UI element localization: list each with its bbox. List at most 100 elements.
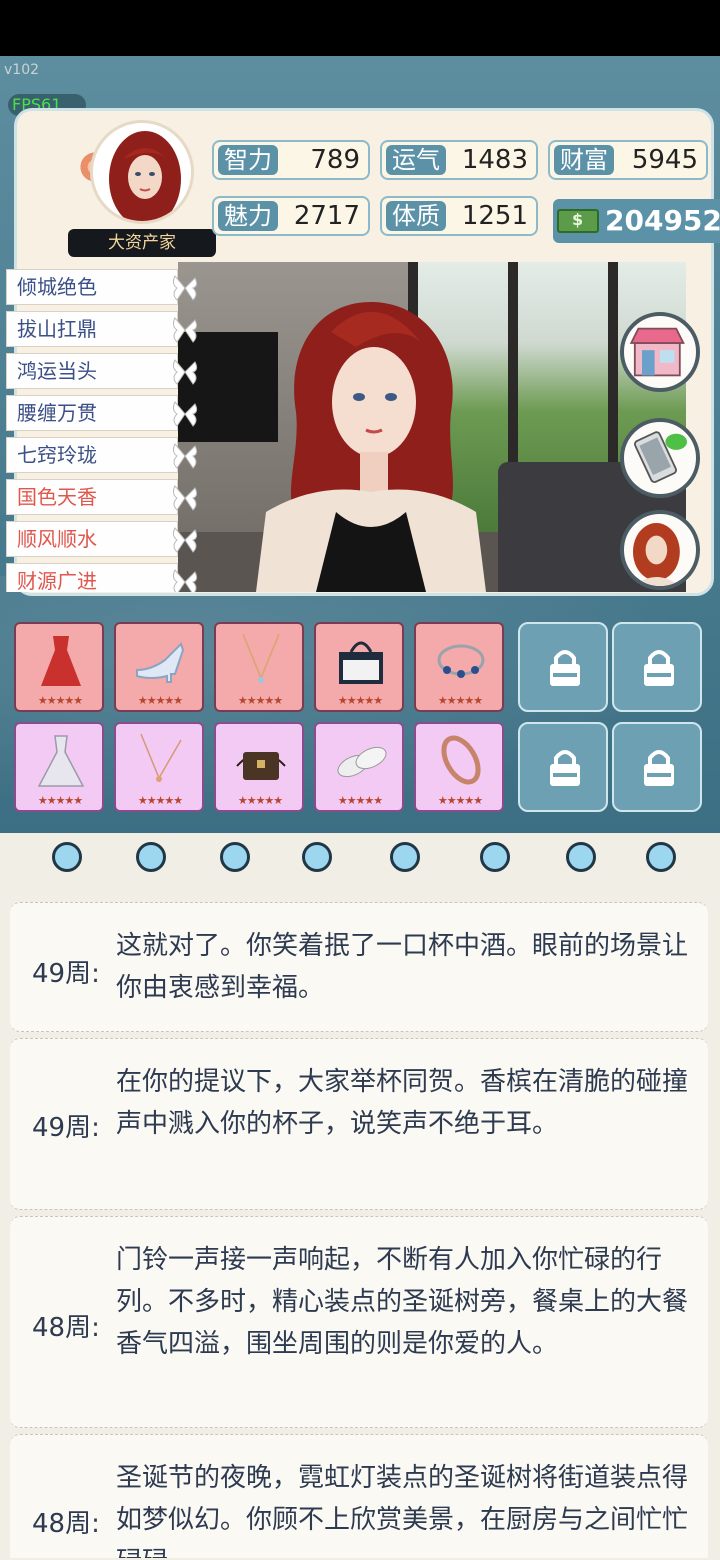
trait-label: 七窍玲珑	[17, 443, 97, 467]
stat-luck: 运气 1483	[380, 140, 538, 180]
stat-label: 财富	[554, 145, 614, 175]
stat-label: 智力	[218, 145, 278, 175]
rating-stars: ★★★★★	[37, 694, 83, 707]
ring-hole-icon	[390, 842, 420, 872]
item-slot-gold-necklace[interactable]: ★★★★★	[214, 622, 304, 712]
trunk-bag-icon	[236, 752, 286, 780]
handbag-icon	[339, 641, 383, 684]
character-portrait-icon	[256, 302, 486, 592]
event-log[interactable]: 49周: 这就对了。你笑着抿了一口杯中酒。眼前的场景让你由衷感到幸福。 49周:…	[10, 898, 708, 1558]
butterfly-icon	[172, 485, 198, 511]
white-gown-icon	[37, 735, 85, 787]
title-badge: 大资产家	[68, 229, 216, 257]
trait-item[interactable]: 国色天香	[6, 479, 198, 515]
trait-item[interactable]: 财源广进	[6, 563, 198, 592]
crystal-heels-icon	[136, 642, 185, 683]
stat-charm: 魅力 2717	[212, 196, 370, 236]
trait-list[interactable]: 倾城绝色 拔山扛鼎 鸿运当头 腰缠万贯 七窍玲珑 国色天香 顺风顺水 财源广进	[6, 269, 200, 592]
avatar-portrait-icon	[109, 131, 181, 221]
love-bangle-icon	[441, 735, 481, 785]
butterfly-icon	[172, 359, 198, 385]
character-switch-button[interactable]	[620, 510, 700, 590]
ring-hole-icon	[566, 842, 596, 872]
character-avatar-icon	[633, 523, 680, 586]
money-value: 204952	[605, 204, 720, 237]
log-entry: 48周: 门铃一声接一声响起，不断有人加入你忙碌的行列。不多时，精心装点的圣诞树…	[10, 1216, 708, 1428]
item-slot-charm-bracelet[interactable]: ★★★★★	[414, 622, 504, 712]
item-slot-red-dress[interactable]: ★★★★★	[14, 622, 104, 712]
stat-label: 运气	[386, 145, 446, 175]
item-slot-white-flats[interactable]: ★★★★★	[314, 722, 404, 812]
butterfly-icon	[172, 569, 198, 592]
rating-stars: ★★★★★	[337, 794, 383, 807]
trait-item[interactable]: 腰缠万贯	[6, 395, 198, 431]
rating-stars: ★★★★★	[37, 794, 83, 807]
ring-hole-icon	[480, 842, 510, 872]
trait-item[interactable]: 拔山扛鼎	[6, 311, 198, 347]
status-bar	[0, 0, 720, 56]
locked-slot[interactable]	[518, 722, 608, 812]
stat-intelligence: 智力 789	[212, 140, 370, 180]
lock-icon	[550, 750, 580, 786]
rating-stars: ★★★★★	[437, 794, 483, 807]
trait-item[interactable]: 倾城绝色	[6, 269, 198, 305]
ring-hole-icon	[646, 842, 676, 872]
butterfly-icon	[172, 401, 198, 427]
shop-button[interactable]	[620, 312, 700, 392]
item-slot-trunk-bag[interactable]: ★★★★★	[214, 722, 304, 812]
trait-label: 倾城绝色	[17, 275, 97, 299]
butterfly-icon	[172, 275, 198, 301]
inventory-grid: ★★★★★ ★★★★★ ★★★★★ ★★★★★ ★★★★★ ★★★★★ ★★★★…	[14, 622, 706, 822]
rating-stars: ★★★★★	[337, 694, 383, 707]
trait-label: 国色天香	[17, 485, 97, 509]
lock-icon	[644, 650, 674, 686]
character-scene	[178, 262, 686, 592]
rating-stars: ★★★★★	[237, 694, 283, 707]
shop-icon	[629, 327, 685, 377]
game-screen: v102 FPS61 大资产家 智力 789 运气 1483 财富 5945 魅…	[0, 56, 720, 1560]
log-entry: 48周: 圣诞节的夜晚，霓虹灯装点的圣诞树将街道装点得如梦似幻。你顾不上欣赏美景…	[10, 1434, 708, 1558]
trait-item[interactable]: 七窍玲珑	[6, 437, 198, 473]
item-slot-love-bangle[interactable]: ★★★★★	[414, 722, 504, 812]
trait-item[interactable]: 顺风顺水	[6, 521, 198, 557]
log-text: 这就对了。你笑着抿了一口杯中酒。眼前的场景让你由衷感到幸福。	[116, 931, 689, 1003]
stat-wealth: 财富 5945	[548, 140, 708, 180]
butterfly-icon	[172, 317, 198, 343]
rating-stars: ★★★★★	[137, 694, 183, 707]
log-text: 门铃一声接一声响起，不断有人加入你忙碌的行列。不多时，精心装点的圣诞树旁，餐桌上…	[116, 1245, 689, 1359]
stat-label: 体质	[386, 201, 446, 231]
stat-value: 789	[310, 145, 360, 175]
rating-stars: ★★★★★	[137, 794, 183, 807]
stat-constitution: 体质 1251	[380, 196, 538, 236]
gold-necklace-icon	[242, 633, 280, 683]
notebook-rings	[0, 838, 720, 878]
butterfly-icon	[172, 527, 198, 553]
item-slot-crystal-heels[interactable]: ★★★★★	[114, 622, 204, 712]
trait-label: 腰缠万贯	[17, 401, 97, 425]
item-slot-white-gown[interactable]: ★★★★★	[14, 722, 104, 812]
lock-icon	[550, 650, 580, 686]
log-week: 48周:	[32, 1313, 100, 1343]
pendant-necklace-icon	[140, 733, 182, 782]
log-text: 在你的提议下，大家举杯同贺。香槟在清脆的碰撞声中溅入你的杯子，说笑声不绝于耳。	[116, 1067, 689, 1139]
log-week: 49周:	[32, 959, 100, 989]
item-slot-pendant-necklace[interactable]: ★★★★★	[114, 722, 204, 812]
locked-slot[interactable]	[518, 622, 608, 712]
stat-value: 5945	[631, 145, 698, 175]
butterfly-icon	[172, 443, 198, 469]
item-slot-handbag[interactable]: ★★★★★	[314, 622, 404, 712]
charm-bracelet-icon	[437, 644, 485, 678]
white-flats-icon	[337, 746, 387, 778]
avatar[interactable]	[90, 120, 194, 224]
trait-item[interactable]: 鸿运当头	[6, 353, 198, 389]
money-display: 204952	[553, 199, 720, 243]
cash-icon	[557, 209, 599, 233]
locked-slot[interactable]	[612, 722, 702, 812]
stat-label: 魅力	[218, 201, 278, 231]
locked-slot[interactable]	[612, 622, 702, 712]
lock-icon	[644, 750, 674, 786]
ring-hole-icon	[136, 842, 166, 872]
phone-button[interactable]	[620, 418, 700, 498]
version-label: v102	[4, 62, 40, 78]
log-text: 圣诞节的夜晚，霓虹灯装点的圣诞树将街道装点得如梦似幻。你顾不上欣赏美景，在厨房与…	[116, 1463, 689, 1558]
